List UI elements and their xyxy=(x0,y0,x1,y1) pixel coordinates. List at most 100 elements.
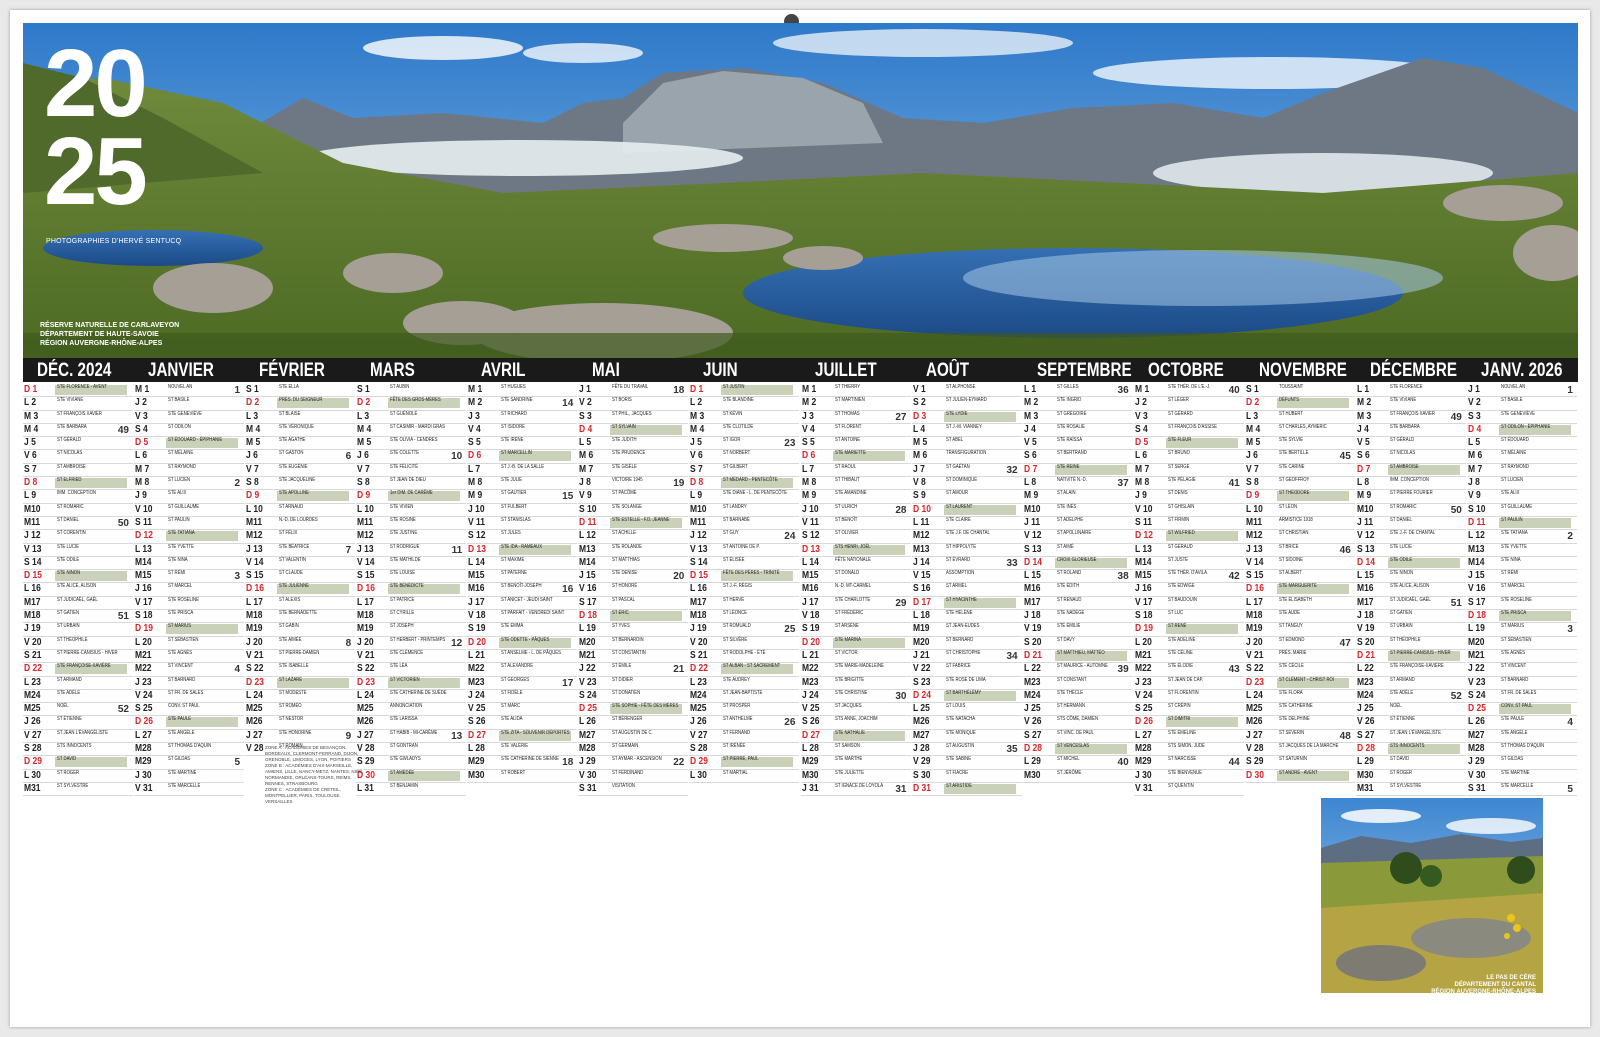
saint-name: ST ÉVRARD xyxy=(945,556,970,563)
day-label: V 3 xyxy=(135,410,148,422)
day-row: V 8 ST DOMINIQUE xyxy=(911,477,1022,491)
day-row: J 24 STE CHRISTINE 30 xyxy=(800,690,911,704)
day-label: M19 xyxy=(246,623,263,635)
day-row: J 7 ST GAÉTAN 32 xyxy=(911,464,1022,478)
day-row: L 18 STE HÉLÈNE xyxy=(911,610,1022,624)
day-label: J 4 xyxy=(1356,423,1369,435)
day-row: L 27 STE ÉMELINE xyxy=(1133,730,1244,744)
saint-name: IMM. CONCEPTION xyxy=(1389,477,1429,484)
saint-name: STE VIVIEN xyxy=(390,503,414,510)
day-row: S 9 ST AMOUR xyxy=(911,490,1022,504)
week-number: 28 xyxy=(895,504,907,516)
saint-name: ST NICOLAS xyxy=(57,450,83,457)
day-row: D 30 ST ANDRÉ - AVENT xyxy=(1244,770,1355,783)
day-label: J 8 xyxy=(579,477,592,489)
photo-caption-top: RÉSERVE NATURELLE DE CARLAVEYON DÉPARTEM… xyxy=(40,321,179,348)
saint-name: STE ADÈLE xyxy=(57,689,81,696)
saint-name: ST HYACINTHE xyxy=(945,596,977,603)
saint-name: ST ÉTIENNE xyxy=(57,716,82,723)
day-label: M 1 xyxy=(135,384,150,395)
day-row: V 29 STE SABINE xyxy=(911,756,1022,770)
saint-name: ST URBAIN xyxy=(57,623,80,630)
day-row: D 2 FÊTE DES GRDS-MÈRES xyxy=(356,397,467,411)
day-row: V 13 ST ANTOINE DE P. xyxy=(689,544,800,557)
day-label: L 25 xyxy=(912,703,930,715)
day-label: V 1 xyxy=(912,384,926,395)
month-name: OCTOBRE xyxy=(1147,360,1224,381)
saint-name: ST ROLAND xyxy=(1056,570,1081,577)
day-row: V 19 ST URBAIN xyxy=(1355,623,1466,637)
week-number: 52 xyxy=(117,704,129,716)
day-label: L 23 xyxy=(690,676,708,688)
day-row: M21 STE AGNÈS xyxy=(134,649,245,664)
saint-name: ST JÉRÔME xyxy=(1056,769,1081,776)
day-label: L 24 xyxy=(246,689,264,701)
day-label: V 17 xyxy=(135,596,153,608)
day-row: L 23 ST ARMAND xyxy=(23,677,133,690)
day-row: L 7 ST RAOUL xyxy=(800,463,911,478)
month-name: AVRIL xyxy=(481,360,526,381)
day-label: M21 xyxy=(135,649,152,661)
day-label: V 24 xyxy=(1134,689,1153,701)
day-row: M13 STE ROLANDE xyxy=(578,544,689,557)
day-row: M13 STE YVETTE xyxy=(1466,544,1577,557)
day-label: D 16 xyxy=(246,583,265,595)
day-label: M19 xyxy=(1245,623,1263,635)
saint-name: ST RICHARD xyxy=(501,410,528,417)
day-row: S 7 ST AMBROISE xyxy=(23,464,133,478)
day-label: J 28 xyxy=(912,743,930,755)
day-row: M20 ST BERNARD xyxy=(911,637,1022,650)
day-row: M20 ST SÉBASTIEN xyxy=(1466,637,1577,650)
month-column: M 1 NOUVEL AN 1 J 2 ST BASILE V 3 STE GENEVIÈV… xyxy=(134,384,245,797)
saint-name: STE FRANÇOISE-XAVIÈRE xyxy=(1389,663,1444,670)
day-label: S 12 xyxy=(468,530,486,542)
day-label: L 6 xyxy=(135,450,148,462)
day-label: M28 xyxy=(135,743,152,755)
day-row: S 19 ST ARSÈNE xyxy=(800,623,911,637)
day-label: M18 xyxy=(690,610,707,622)
day-label: M24 xyxy=(690,689,707,701)
week-number: 8 xyxy=(345,637,352,649)
day-row: J 8 VICTOIRE 1945 19 xyxy=(578,477,689,491)
day-label: M14 xyxy=(1467,556,1485,568)
day-row: J 13 STE BÉATRICE 7 xyxy=(245,544,356,557)
day-row: S 28 STS INNOCENTS xyxy=(23,743,133,757)
saint-name: STE VÉRONIQUE xyxy=(279,423,315,430)
saint-name: ST CHRISTIAN xyxy=(1278,530,1309,537)
day-row: D 11 ST PAULIN xyxy=(1466,517,1577,531)
saint-name: FÊTE DES PÈRES - TRINITÉ xyxy=(723,570,781,577)
saint-name: STE TATIANA xyxy=(168,530,195,537)
day-label: L 11 xyxy=(912,516,929,528)
day-label: V 21 xyxy=(357,649,375,661)
day-row: D 27 STE ZITA - SOUVENIR DÉPORTÉS xyxy=(467,730,578,744)
day-label: M 8 xyxy=(801,477,816,489)
day-row: J 3 ST THOMAS 27 xyxy=(800,411,911,424)
saint-name: ST RAOUL xyxy=(834,463,856,470)
saint-name: STE CÉCILE xyxy=(1278,663,1304,670)
saint-name: CROIX GLORIEUSE xyxy=(1056,556,1097,563)
day-row: J 28 ST AUGUSTIN 35 xyxy=(911,743,1022,757)
day-row: L 26 ST BÉRENGER xyxy=(578,716,689,730)
day-row: D 2 PRÉS. DU SEIGNEUR xyxy=(245,397,356,411)
day-row: V 27 ST JEAN L'ÉVANGÉLISTE xyxy=(23,730,133,744)
day-row: L 30 ST MARTIAL xyxy=(689,770,800,783)
saint-name: ST CONSTANT xyxy=(1056,676,1087,683)
day-row: S 27 ST VINC. DE PAUL xyxy=(1022,730,1133,744)
day-row: L 29 ST MICHEL 40 xyxy=(1022,756,1133,770)
day-row: M10 ST ROMARIC 50 xyxy=(1355,504,1466,517)
saint-name: STE ROSALIE xyxy=(1056,423,1085,430)
month-column: M 1 ST THIERRY M 2 ST MARTINIEN J 3 ST THOMAS… xyxy=(800,384,911,797)
day-label: V 16 xyxy=(1467,583,1486,595)
day-row: D 12 ST WILFRIED xyxy=(1133,530,1244,544)
photo-credit: PHOTOGRAPHIES D'HERVÉ SENTUCQ xyxy=(46,238,182,245)
day-label: V 12 xyxy=(1356,530,1375,542)
day-label: J 17 xyxy=(801,596,819,608)
day-row: M10 ST LANDRY xyxy=(689,504,800,517)
day-label: M 5 xyxy=(1245,437,1260,449)
saint-name: ST RÉMI xyxy=(168,570,186,577)
saint-name: ST ELFRIED xyxy=(57,477,82,484)
day-row: M30 ST ROBERT xyxy=(467,770,578,783)
saint-name: STE CARINE xyxy=(1278,463,1305,470)
day-row: D 3 STE LYDIE xyxy=(911,411,1022,424)
day-row: V 25 ST JACQUES xyxy=(800,703,911,717)
